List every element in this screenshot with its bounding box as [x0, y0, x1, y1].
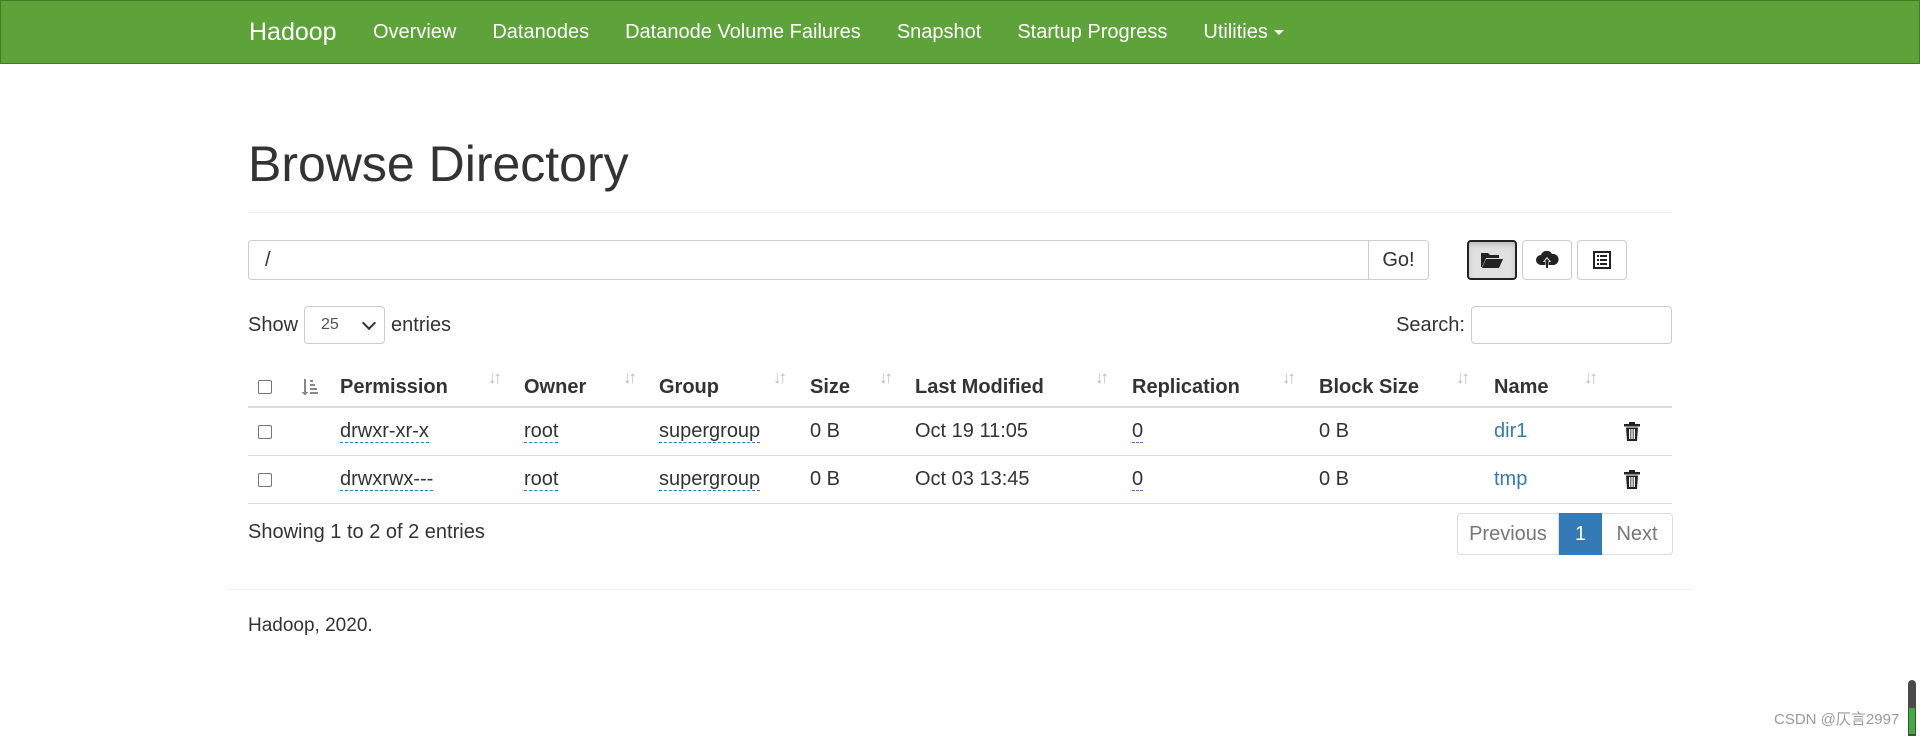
col-last-modified[interactable]: Last Modified — [915, 358, 1044, 406]
watermark: CSDN @仄言2997 — [1774, 711, 1900, 728]
sort-name-icon[interactable]: ↓↑ — [1584, 368, 1598, 388]
page-title: Browse Directory — [248, 136, 629, 192]
next-page-button[interactable]: Next — [1602, 513, 1673, 555]
cut-paste-button[interactable] — [1577, 240, 1627, 280]
directory-path-input[interactable] — [248, 240, 1368, 280]
caret-down-icon — [1273, 30, 1284, 36]
row-checkbox[interactable] — [258, 424, 272, 439]
size-value: 0 B — [810, 420, 841, 442]
sort-permission-icon[interactable]: ↓↑ — [488, 368, 502, 388]
sort-default-control[interactable] — [300, 358, 318, 406]
delete-button[interactable] — [1624, 408, 1640, 455]
col-owner[interactable]: Owner — [524, 358, 586, 406]
search-label: Search: — [1396, 313, 1465, 336]
path-bar: Go! — [248, 240, 1429, 280]
search-control: Search: — [1396, 306, 1672, 344]
go-button[interactable]: Go! — [1368, 240, 1429, 280]
block-size-value: 0 B — [1319, 420, 1350, 442]
sort-amount-icon — [301, 379, 318, 396]
group-editable[interactable]: supergroup — [659, 420, 761, 443]
nav-menu: Overview Datanodes Datanode Volume Failu… — [373, 1, 1302, 63]
size-value: 0 B — [810, 468, 841, 490]
create-directory-button[interactable] — [1467, 240, 1517, 280]
name-link[interactable]: dir1 — [1494, 420, 1527, 443]
chevron-down-icon — [361, 315, 377, 331]
sort-group-icon[interactable]: ↓↑ — [773, 368, 787, 388]
name-link[interactable]: tmp — [1494, 468, 1527, 491]
search-input[interactable] — [1471, 306, 1672, 344]
directory-table: Permission ↓↑ Owner ↓↑ Group ↓↑ Size ↓↑ … — [248, 358, 1672, 504]
list-icon — [1593, 251, 1611, 269]
nav-overview[interactable]: Overview — [373, 1, 474, 63]
owner-editable[interactable]: root — [524, 420, 559, 443]
table-row: drwxr-xr-x root supergroup 0 B Oct 19 11… — [248, 408, 1672, 456]
sort-size-icon[interactable]: ↓↑ — [879, 368, 893, 388]
trash-icon — [1624, 470, 1640, 489]
nav-datanode-volume-failures[interactable]: Datanode Volume Failures — [607, 1, 879, 63]
entries-label: entries — [391, 313, 452, 336]
delete-button[interactable] — [1624, 456, 1640, 503]
col-name[interactable]: Name — [1494, 358, 1548, 406]
nav-snapshot[interactable]: Snapshot — [879, 1, 1000, 63]
cloud-upload-icon — [1536, 250, 1559, 269]
table-row: drwxrwx--- root supergroup 0 B Oct 03 13… — [248, 456, 1672, 504]
replication-editable[interactable]: 0 — [1132, 420, 1144, 443]
nav-datanodes[interactable]: Datanodes — [474, 1, 607, 63]
nav-startup-progress[interactable]: Startup Progress — [999, 1, 1185, 63]
show-label: Show — [248, 313, 299, 336]
row-select-cell — [258, 456, 272, 503]
last-modified-value: Oct 03 13:45 — [915, 468, 1030, 490]
upload-button[interactable] — [1522, 240, 1572, 280]
page-size-value: 25 — [321, 316, 339, 333]
footer-divider — [228, 589, 1692, 590]
pagination: Previous 1 Next — [1457, 513, 1673, 555]
permission-editable[interactable]: drwxr-xr-x — [340, 420, 429, 443]
sort-replication-icon[interactable]: ↓↑ — [1282, 368, 1296, 388]
nav-utilities-dropdown[interactable]: Utilities — [1185, 1, 1301, 63]
sort-block-size-icon[interactable]: ↓↑ — [1456, 368, 1470, 388]
owner-editable[interactable]: root — [524, 468, 559, 491]
previous-page-button[interactable]: Previous — [1457, 513, 1559, 555]
sort-owner-icon[interactable]: ↓↑ — [623, 368, 637, 388]
page-length-control: Show 25 entries — [248, 306, 451, 344]
trash-icon — [1624, 422, 1640, 441]
brand-link[interactable]: Hadoop — [249, 1, 337, 63]
row-select-cell — [258, 408, 272, 455]
table-header: Permission ↓↑ Owner ↓↑ Group ↓↑ Size ↓↑ … — [248, 358, 1672, 408]
table-info: Showing 1 to 2 of 2 entries — [248, 521, 485, 543]
select-all-checkbox[interactable] — [258, 380, 272, 394]
col-permission[interactable]: Permission — [340, 358, 448, 406]
page-header: Browse Directory — [248, 132, 1672, 213]
last-modified-value: Oct 19 11:05 — [915, 420, 1029, 442]
block-size-value: 0 B — [1319, 468, 1350, 490]
col-group[interactable]: Group — [659, 358, 719, 406]
group-editable[interactable]: supergroup — [659, 468, 761, 491]
col-replication[interactable]: Replication — [1132, 358, 1240, 406]
footer-text: Hadoop, 2020. — [248, 615, 373, 636]
page-size-select[interactable]: 25 — [304, 306, 386, 344]
replication-editable[interactable]: 0 — [1132, 468, 1144, 491]
scroll-indicator — [1908, 680, 1916, 736]
col-size[interactable]: Size — [810, 358, 850, 406]
page-1-button[interactable]: 1 — [1559, 513, 1602, 555]
nav-utilities-label: Utilities — [1203, 21, 1268, 43]
top-navbar: Hadoop Overview Datanodes Datanode Volum… — [0, 0, 1920, 64]
folder-open-icon — [1481, 253, 1503, 268]
sort-last-modified-icon[interactable]: ↓↑ — [1095, 368, 1109, 388]
permission-editable[interactable]: drwxrwx--- — [340, 468, 434, 491]
select-all-cell — [258, 358, 272, 406]
col-block-size[interactable]: Block Size — [1319, 358, 1419, 406]
row-checkbox[interactable] — [258, 472, 272, 487]
